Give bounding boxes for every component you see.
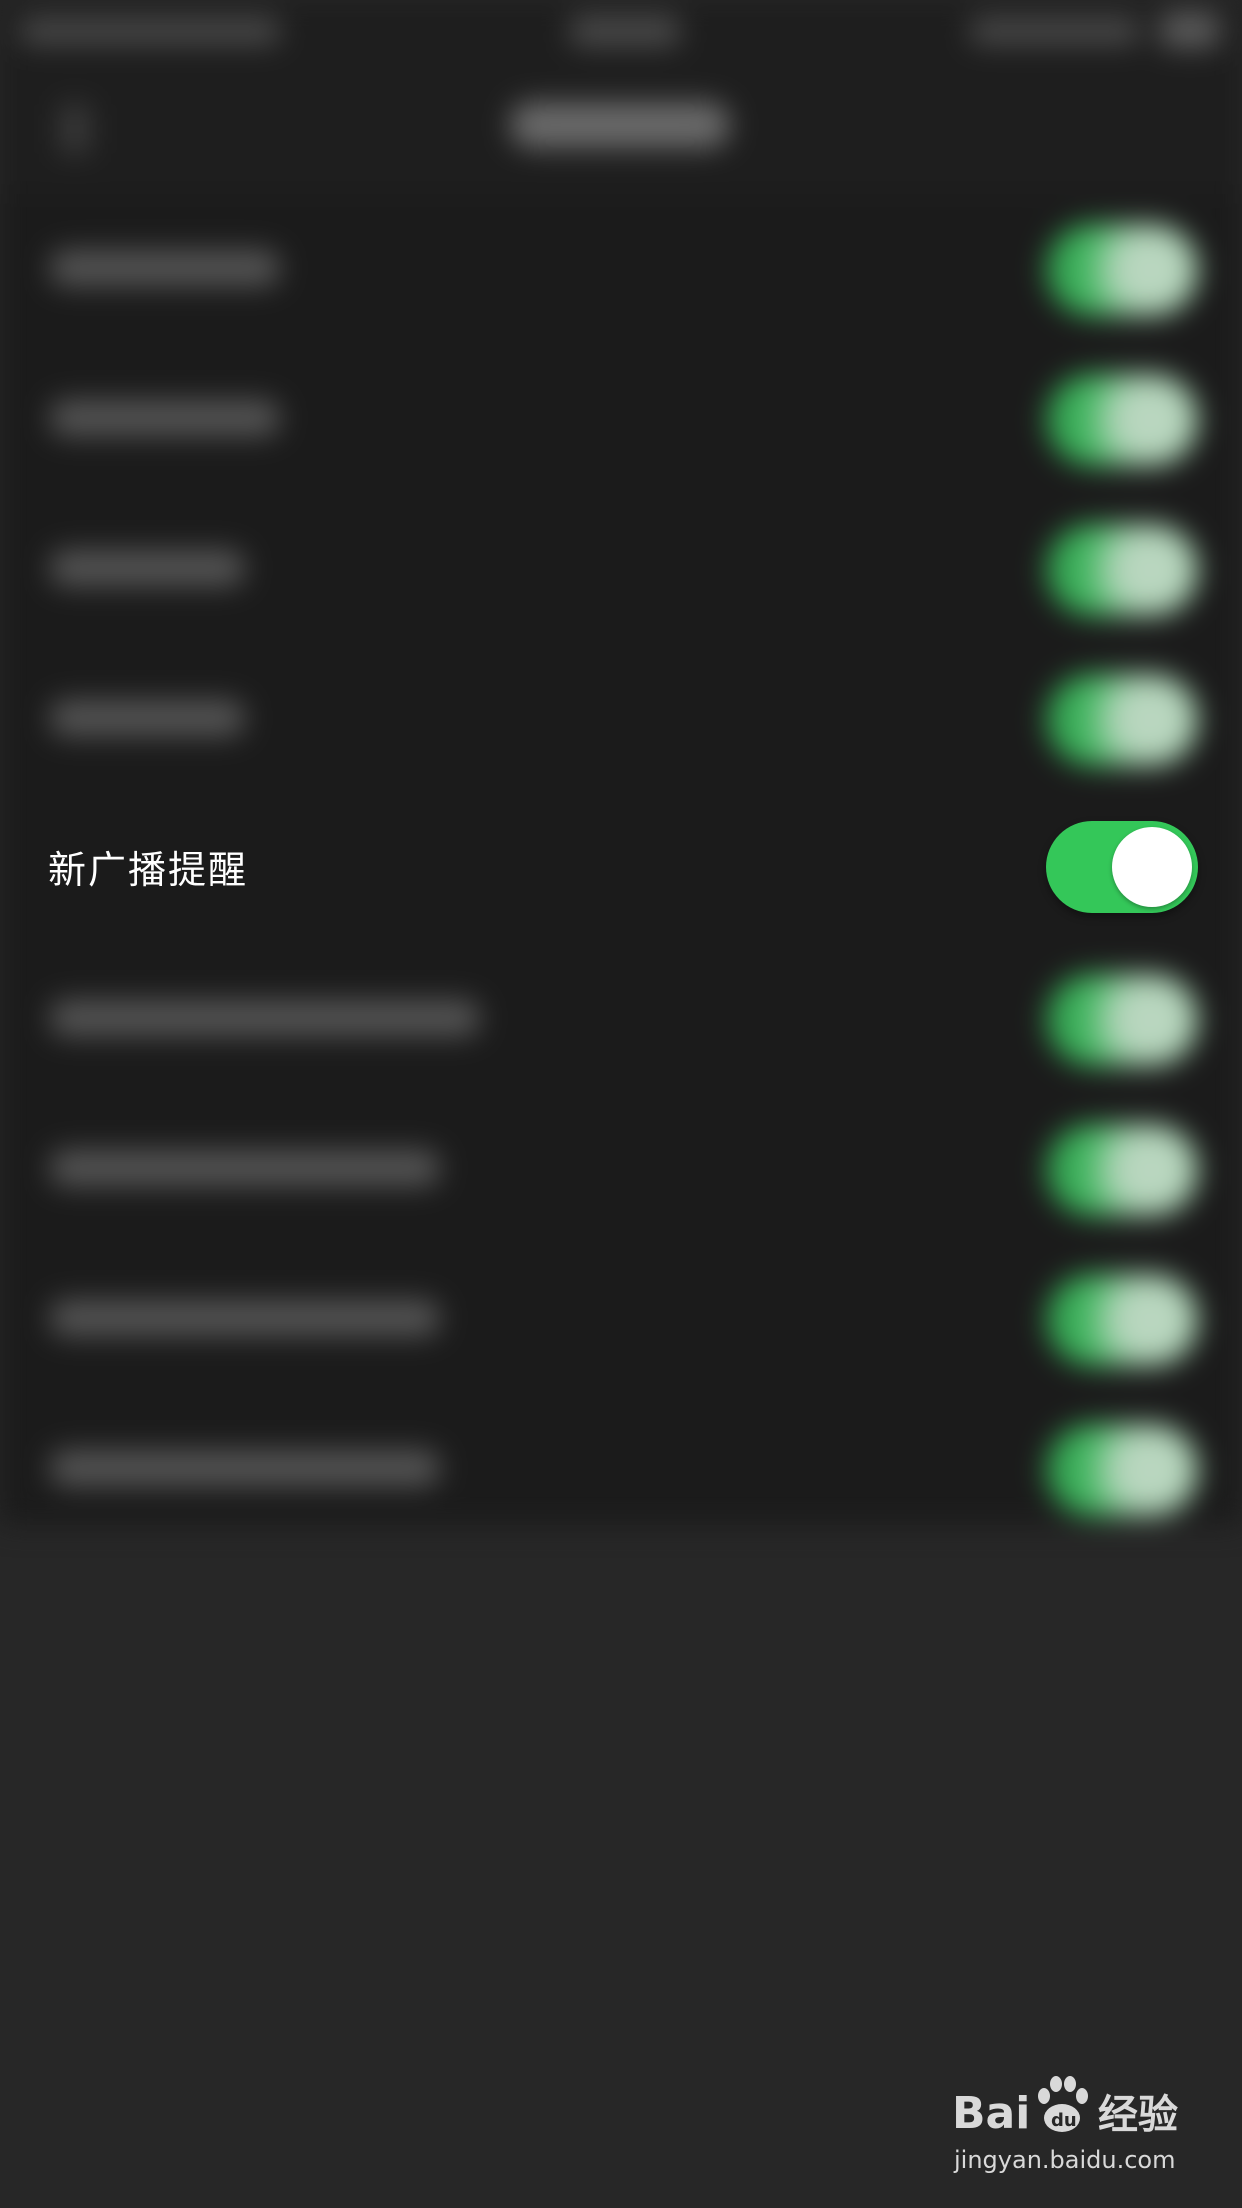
baidu-logo: Bai du 经验 (952, 2076, 1178, 2139)
watermark: Bai du 经验 jingyan.baidu.com (950, 2070, 1190, 2180)
row-label (50, 1300, 440, 1336)
screen: 新广播提醒 Bai du 经验 jingyan.baidu.com (0, 0, 1242, 2208)
settings-row-new-broadcast-reminder[interactable]: 新广播提醒 (0, 794, 1242, 944)
status-bar (0, 0, 1242, 64)
toggle-switch[interactable] (1046, 674, 1198, 766)
toggle-switch[interactable] (1046, 1424, 1198, 1516)
toggle-switch[interactable] (1046, 374, 1198, 466)
toggle-switch[interactable] (1046, 224, 1198, 316)
row-label (50, 1450, 440, 1486)
toggle-switch[interactable] (1046, 821, 1198, 913)
settings-row[interactable] (0, 1394, 1242, 1544)
settings-row[interactable] (0, 1094, 1242, 1244)
toggle-knob (1112, 827, 1192, 907)
svg-text:du: du (1051, 2110, 1077, 2131)
nav-bar (0, 64, 1242, 194)
page-title (510, 102, 730, 148)
toggle-switch[interactable] (1046, 1274, 1198, 1366)
row-label (50, 1150, 440, 1186)
blurred-background (0, 0, 1242, 2208)
row-label (50, 700, 245, 736)
row-label (50, 400, 280, 436)
row-label (50, 250, 280, 286)
settings-row[interactable] (0, 494, 1242, 644)
toggle-switch[interactable] (1046, 1124, 1198, 1216)
status-time (570, 16, 680, 46)
toggle-switch[interactable] (1046, 524, 1198, 616)
status-carrier (20, 18, 280, 44)
svg-text:经验: 经验 (1098, 2092, 1178, 2138)
back-arrow-icon[interactable] (60, 104, 90, 154)
row-label: 新广播提醒 (48, 848, 249, 892)
settings-row[interactable] (0, 194, 1242, 344)
watermark-url: jingyan.baidu.com (954, 2146, 1176, 2174)
battery-icon (1160, 12, 1220, 48)
settings-row[interactable] (0, 644, 1242, 794)
status-indicators (970, 18, 1140, 44)
row-label (50, 1000, 480, 1036)
row-label (50, 550, 245, 586)
settings-row[interactable] (0, 344, 1242, 494)
settings-row[interactable] (0, 1244, 1242, 1394)
settings-row[interactable] (0, 944, 1242, 1094)
baidu-paw-icon: du (1038, 2076, 1088, 2132)
toggle-switch[interactable] (1046, 974, 1198, 1066)
svg-text:Bai: Bai (952, 2088, 1030, 2139)
